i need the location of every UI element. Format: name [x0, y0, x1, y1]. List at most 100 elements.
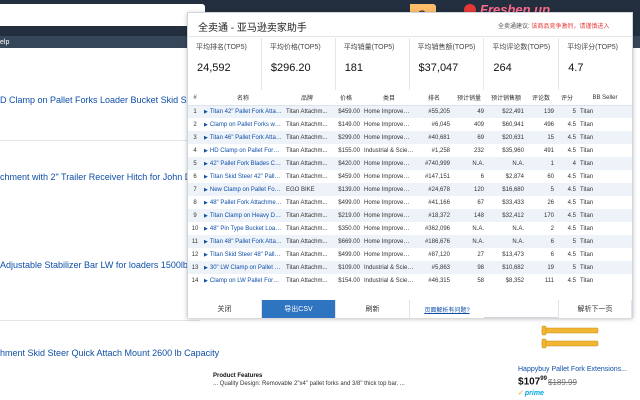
- table-row[interactable]: 3▶Titan 46" Pallet Fork Attachment...Tit…: [188, 131, 632, 144]
- table-row[interactable]: 1▶Titan 42" Pallet Fork Attachment...Tit…: [188, 105, 632, 118]
- expand-triangle-icon[interactable]: ▶: [204, 187, 208, 193]
- expand-triangle-icon[interactable]: ▶: [204, 213, 208, 219]
- expand-triangle-icon[interactable]: ▶: [204, 278, 208, 284]
- product-name-link[interactable]: Titan Skid Steer 42" Pallet Fork &...: [210, 174, 284, 180]
- products-table-container[interactable]: # 名称 品牌 价格 类目 排名 预计销量 预计销售额 评论数 评分 BB Seller 1 ▶ Tit…: [188, 91, 632, 299]
- sponsored-product-title[interactable]: Happybuy Pallet Fork Extensions...: [518, 366, 627, 373]
- table-cell[interactable]: ▶Clamp on LW Pallet Forks 1500 lb...: [202, 274, 284, 287]
- table-cell: Titan: [580, 212, 594, 219]
- expand-triangle-icon[interactable]: ▶: [204, 161, 208, 167]
- product-name-link[interactable]: Titan Skid Steer 48" Pallet Fork &...: [210, 252, 284, 258]
- pallet-fork-product-image[interactable]: [540, 322, 600, 352]
- table-cell: 67: [477, 199, 484, 206]
- table-cell[interactable]: ▶30" LW Clamp on Pallet Fork 150...: [202, 261, 284, 274]
- table-row[interactable]: 11▶Titan 48" Pallet Fork Attachment...Ti…: [188, 235, 632, 248]
- table-row[interactable]: 2▶Clamp on Pallet Forks w/ Adjusta...Tit…: [188, 118, 632, 131]
- table-row[interactable]: 8▶48" Pallet Fork Attachment with 2...Ti…: [188, 196, 632, 209]
- table-row[interactable]: 14▶Clamp on LW Pallet Forks 1500 lb...Ti…: [188, 274, 632, 287]
- export-csv-button[interactable]: 导出CSV: [262, 300, 336, 318]
- table-cell: 4.5: [567, 173, 576, 180]
- product-name-link[interactable]: Clamp on Pallet Forks w/ Adjusta...: [210, 122, 284, 128]
- expand-triangle-icon[interactable]: ▶: [204, 239, 208, 245]
- table-cell: $139.00: [338, 186, 360, 193]
- table-row[interactable]: 10▶48" Pin Type Bucket Loader Pallet...T…: [188, 222, 632, 235]
- column-header[interactable]: #: [188, 91, 202, 105]
- table-cell[interactable]: ▶Titan Clamp on Heavy Duty Pallet...: [202, 209, 284, 222]
- search-result-title[interactable]: Adjustable Stabilizer Bar LW for loaders…: [0, 260, 188, 270]
- product-name-link[interactable]: Clamp on LW Pallet Forks 1500 lb...: [210, 278, 284, 284]
- table-cell: 5: [550, 186, 554, 193]
- prime-check-icon: ✓: [518, 390, 524, 397]
- stat-avg-reviews: 平均评论数(TOP5) 264: [484, 38, 560, 90]
- column-header[interactable]: 评分: [556, 91, 578, 105]
- expand-triangle-icon[interactable]: ▶: [204, 135, 208, 141]
- table-cell: $8,352: [505, 277, 524, 284]
- column-header[interactable]: 价格: [330, 91, 362, 105]
- table-cell: N.A.: [512, 225, 524, 232]
- expand-triangle-icon[interactable]: ▶: [204, 174, 208, 180]
- next-page-button[interactable]: 解析下一页: [558, 300, 632, 318]
- expand-triangle-icon[interactable]: ▶: [204, 252, 208, 258]
- table-row[interactable]: 6 ▶Titan Skid Steer 42" Pallet Fork &...T…: [188, 170, 632, 183]
- stat-avg-sales: 平均销量(TOP5) 181: [336, 38, 410, 90]
- prime-badge: ✓prime: [518, 390, 544, 397]
- column-header[interactable]: 类目: [362, 91, 416, 105]
- column-header[interactable]: 排名: [416, 91, 452, 105]
- table-cell[interactable]: ▶Clamp on Pallet Forks w/ Adjusta...: [202, 118, 284, 131]
- product-name-link[interactable]: 42" Pallet Fork Blades Carriage B...: [210, 161, 284, 167]
- expand-triangle-icon[interactable]: ▶: [204, 109, 208, 115]
- table-cell[interactable]: ▶Titan Skid Steer 48" Pallet Fork &...: [202, 248, 284, 261]
- product-name-link[interactable]: Titan Clamp on Heavy Duty Pallet...: [210, 213, 284, 219]
- expand-triangle-icon[interactable]: ▶: [204, 265, 208, 271]
- table-row[interactable]: 9▶Titan Clamp on Heavy Duty Pallet...Tit…: [188, 209, 632, 222]
- product-features-text: ... Quality Design: Removable 2"x4" pall…: [213, 381, 405, 387]
- product-name-link[interactable]: 48" Pallet Fork Attachment with 2...: [210, 200, 284, 206]
- amazon-search-input[interactable]: [0, 4, 205, 26]
- table-row[interactable]: 7 ▶New Clamp on Pallet Forks w/ Ad...EGO …: [188, 183, 632, 196]
- table-cell: #1,258: [431, 147, 450, 154]
- table-cell: 6: [480, 173, 484, 180]
- refresh-button[interactable]: 刷新: [336, 300, 410, 318]
- table-cell[interactable]: ▶New Clamp on Pallet Forks w/ Ad...: [202, 183, 284, 196]
- column-header[interactable]: 名称: [202, 91, 284, 105]
- table-cell: 9: [193, 212, 197, 219]
- table-row[interactable]: 12▶Titan Skid Steer 48" Pallet Fork &...…: [188, 248, 632, 261]
- product-name-link[interactable]: Titan 48" Pallet Fork Attachment...: [210, 239, 284, 245]
- table-cell[interactable]: ▶HD Clamp on Pallet Forks 4000lb...: [202, 144, 284, 157]
- column-header[interactable]: 预计销售额: [486, 91, 526, 105]
- table-row[interactable]: 5▶42" Pallet Fork Blades Carriage B...Ti…: [188, 157, 632, 170]
- product-name-link[interactable]: New Clamp on Pallet Forks w/ Ad...: [210, 187, 284, 193]
- column-header[interactable]: 品牌: [284, 91, 330, 105]
- table-cell[interactable]: ▶48" Pallet Fork Attachment with 2...: [202, 196, 284, 209]
- table-cell[interactable]: ▶48" Pin Type Bucket Loader Pallet...: [202, 222, 284, 235]
- close-button[interactable]: 关闭: [188, 300, 262, 318]
- expand-triangle-icon[interactable]: ▶: [204, 226, 208, 232]
- page-error-link[interactable]: 页面解析有问题?: [410, 300, 484, 318]
- product-name-link[interactable]: 30" LW Clamp on Pallet Fork 150...: [210, 265, 284, 271]
- column-header[interactable]: BB Seller: [578, 91, 632, 105]
- product-name-link[interactable]: Titan 46" Pallet Fork Attachment...: [210, 135, 284, 141]
- table-cell[interactable]: ▶Titan Skid Steer 42" Pallet Fork &...: [202, 170, 284, 183]
- column-header[interactable]: 评论数: [526, 91, 556, 105]
- table-row[interactable]: 4▶HD Clamp on Pallet Forks 4000lb...Tita…: [188, 144, 632, 157]
- table-cell: 6: [550, 238, 554, 245]
- table-cell[interactable]: ▶Titan 48" Pallet Fork Attachment...: [202, 235, 284, 248]
- search-result-title[interactable]: chment with 2" Trailer Receiver Hitch fo…: [0, 172, 201, 182]
- table-cell[interactable]: ▶Titan 42" Pallet Fork Attachment...: [202, 105, 284, 118]
- table-cell: $219.00: [338, 212, 360, 219]
- nav-help-link[interactable]: elp: [0, 39, 9, 46]
- column-header[interactable]: 预计销量: [452, 91, 486, 105]
- table-cell: $350.00: [338, 225, 360, 232]
- product-name-link[interactable]: Titan 42" Pallet Fork Attachment...: [210, 109, 284, 115]
- table-cell: Home Improveme...: [364, 251, 416, 258]
- expand-triangle-icon[interactable]: ▶: [204, 122, 208, 128]
- table-cell[interactable]: ▶Titan 46" Pallet Fork Attachment...: [202, 131, 284, 144]
- expand-triangle-icon[interactable]: ▶: [204, 200, 208, 206]
- product-name-link[interactable]: 48" Pin Type Bucket Loader Pallet...: [210, 226, 284, 232]
- table-cell[interactable]: ▶42" Pallet Fork Blades Carriage B...: [202, 157, 284, 170]
- expand-triangle-icon[interactable]: ▶: [204, 148, 208, 154]
- search-result-title[interactable]: hment Skid Steer Quick Attach Mount 2600…: [0, 348, 219, 358]
- product-name-link[interactable]: HD Clamp on Pallet Forks 4000lb...: [210, 148, 284, 154]
- table-row[interactable]: 13▶30" LW Clamp on Pallet Fork 150...Tit…: [188, 261, 632, 274]
- search-result-title[interactable]: D Clamp on Pallet Forks Loader Bucket Sk…: [0, 95, 202, 105]
